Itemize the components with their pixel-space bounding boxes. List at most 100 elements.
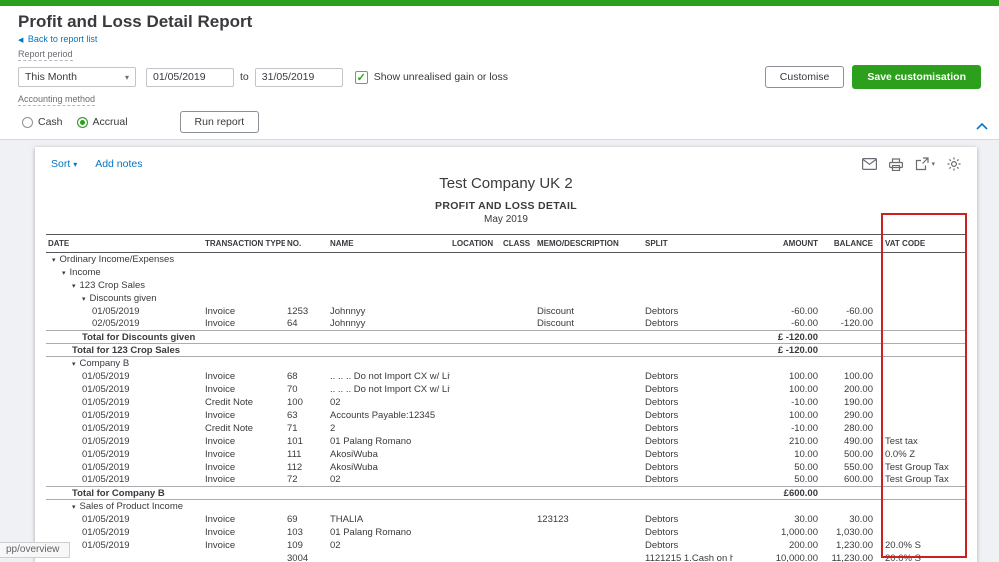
transaction-row[interactable]: 01/05/2019 Invoice 112 AkosiWuba Debtors 50.0… (46, 461, 966, 474)
export-icon[interactable]: ▾ (915, 157, 935, 171)
cell-vat_code (875, 422, 966, 435)
cell-txn_type: Invoice (205, 461, 236, 473)
transaction-row[interactable]: 01/05/2019 Invoice 109 02 Debtors 200.00 1,230… (46, 539, 966, 552)
column-header-transaction-type[interactable]: TRANSACTION TYPE (203, 234, 285, 253)
total-vat-empty (875, 486, 966, 500)
cell-amount: 10,000.00 (775, 552, 818, 562)
cell-no: 101 (287, 435, 303, 447)
cell-date: 01/05/2019 (92, 305, 140, 317)
section-label: Company B (79, 357, 130, 369)
cell-memo (535, 539, 643, 552)
transaction-row[interactable]: 02/05/2019 Invoice 64 Johnnyy Discount Debtor… (46, 318, 966, 331)
sort-dropdown[interactable]: Sort ▾ (51, 158, 77, 170)
chevron-down-icon: ▾ (124, 72, 129, 82)
cell-txn_type: Invoice (205, 318, 236, 330)
accrual-radio-label: Accrual (92, 116, 128, 128)
cell-no: 111 (287, 448, 302, 460)
cell-amount: 50.00 (794, 461, 818, 473)
cell-split: Debtors (645, 409, 679, 421)
total-amount: £600.00 (733, 486, 820, 500)
cell-location (450, 435, 501, 448)
run-report-button[interactable]: Run report (179, 111, 260, 133)
add-notes-link[interactable]: Add notes (95, 158, 142, 170)
column-header-date[interactable]: DATE (46, 234, 203, 253)
cash-radio[interactable] (22, 116, 33, 128)
column-header-amount[interactable]: AMOUNT (733, 234, 820, 253)
column-header-split[interactable]: SPLIT (643, 234, 733, 253)
cell-name: 01 Palang Romano (330, 435, 412, 447)
section-collapse-icon[interactable]: ▾ (52, 256, 56, 264)
column-header-class[interactable]: CLASS (501, 234, 535, 253)
total-balance-empty (820, 343, 875, 357)
cell-class (501, 435, 535, 448)
transaction-row[interactable]: 01/05/2019 Invoice 69 THALIA 123123 Debtors 30… (46, 513, 966, 526)
print-icon[interactable] (889, 157, 904, 171)
transaction-row[interactable]: 01/05/2019 Invoice 68 .. .. .. Do not Impor… (46, 370, 966, 383)
column-header-vat-code[interactable]: VAT CODE (875, 234, 966, 253)
cell-class (501, 526, 535, 539)
section-collapse-icon[interactable]: ▾ (72, 503, 76, 511)
transaction-row[interactable]: 01/05/2019 Invoice 101 01 Palang Romano Debt… (46, 435, 966, 448)
accounting-method-label: Accounting method (18, 94, 96, 106)
column-header-balance[interactable]: BALANCE (820, 234, 875, 253)
cell-amount: 100.00 (788, 409, 818, 421)
transaction-row[interactable]: 01/05/2019 Invoice 63 Accounts Payable:1234… (46, 409, 966, 422)
cell-vat_code (875, 370, 966, 383)
save-customisation-button[interactable]: Save customisation (852, 65, 981, 89)
transaction-row[interactable]: 01/05/2019 Invoice 103 01 Palang Romano Debt… (46, 526, 966, 539)
transaction-row[interactable]: 01/05/2019 Credit Note 100 02 Debtors -10.00 1… (46, 396, 966, 409)
report-heading: Test Company UK 2 PROFIT AND LOSS DETAIL… (35, 175, 977, 225)
sort-caret-icon: ▾ (73, 160, 78, 169)
cell-location (450, 539, 501, 552)
cell-class (501, 422, 535, 435)
cell-amount: 100.00 (788, 370, 818, 382)
cell-date: 01/05/2019 (82, 383, 130, 395)
date-from-input[interactable] (146, 67, 234, 87)
transaction-row[interactable]: 01/05/2019 Invoice 111 AkosiWuba Debtors 10.0… (46, 448, 966, 461)
collapse-panel-chevron-icon[interactable] (975, 118, 989, 136)
section-collapse-icon[interactable]: ▾ (82, 295, 86, 303)
cell-class (501, 396, 535, 409)
cell-class (501, 409, 535, 422)
cell-memo (535, 474, 643, 487)
cell-balance: 200.00 (843, 383, 873, 395)
back-to-report-list-link[interactable]: ◀ Back to report list (18, 34, 97, 44)
date-to-input[interactable] (254, 67, 343, 87)
column-header-location[interactable]: LOCATION (450, 234, 501, 253)
email-icon[interactable] (862, 158, 878, 170)
cell-memo: Discount (537, 318, 574, 330)
transaction-row[interactable]: 3004 1121215 1.Cash on hand 2 10,000.00 11,… (46, 552, 966, 562)
cell-no: 63 (287, 409, 298, 421)
transaction-row[interactable]: 01/05/2019 Invoice 70 .. .. .. Do not Impor… (46, 383, 966, 396)
cell-vat_code (875, 513, 966, 526)
gear-icon[interactable] (947, 157, 961, 171)
transaction-row[interactable]: 01/05/2019 Invoice 72 02 Debtors 50.00 600.00 T… (46, 474, 966, 487)
cell-split: Debtors (645, 305, 679, 317)
column-header-memo-description[interactable]: MEMO/DESCRIPTION (535, 234, 643, 253)
report-period-select[interactable]: This Month ▾ (18, 67, 136, 87)
accrual-radio[interactable] (76, 116, 88, 128)
customise-button[interactable]: Customise (764, 66, 845, 88)
cell-balance: 600.00 (843, 474, 873, 486)
cell-amount: 1,000.00 (781, 526, 818, 538)
section-collapse-icon[interactable]: ▾ (72, 360, 76, 368)
section-collapse-icon[interactable]: ▾ (62, 269, 66, 277)
transaction-row[interactable]: 01/05/2019 Invoice 1253 Johnnyy Discount Debt… (46, 305, 966, 318)
cell-class (501, 539, 535, 552)
check-icon: ✓ (356, 71, 366, 84)
cell-date: 01/05/2019 (82, 396, 130, 408)
cell-split: Debtors (645, 318, 679, 330)
cell-amount: 50.00 (794, 474, 818, 486)
cell-balance: 280.00 (843, 422, 873, 434)
transaction-row[interactable]: 01/05/2019 Credit Note 71 2 Debtors -10.00 280… (46, 422, 966, 435)
cell-amount: -60.00 (791, 318, 818, 330)
show-unrealised-checkbox[interactable]: ✓ (354, 70, 368, 84)
cell-date: 01/05/2019 (82, 461, 130, 473)
cell-location (450, 461, 501, 474)
cell-split: Debtors (645, 513, 679, 525)
section-collapse-icon[interactable]: ▾ (72, 282, 76, 290)
column-header-no-[interactable]: NO. (285, 234, 328, 253)
cell-amount: -10.00 (791, 422, 818, 434)
column-header-name[interactable]: NAME (328, 234, 450, 253)
section-label: Income (69, 266, 101, 278)
